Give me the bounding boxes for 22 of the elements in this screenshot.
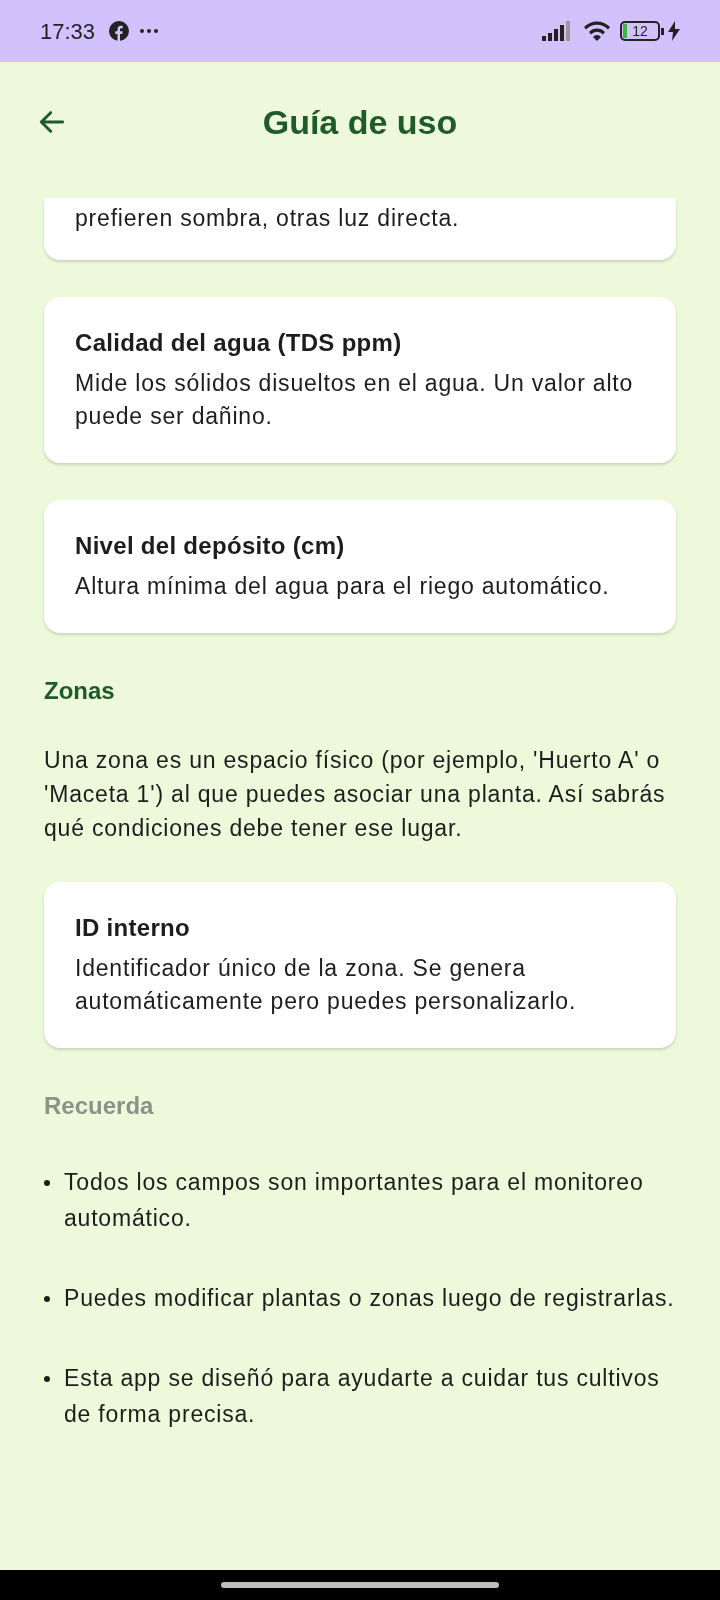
list-item: Todos los campos son importantes para el monitoreo automático. (64, 1168, 645, 1233)
status-time: 17:33 (40, 17, 96, 46)
list-item: Puedes modificar plantas o zonas luego de registrarlas. (64, 1284, 675, 1313)
card-title: Calidad del agua (TDS ppm) (75, 328, 403, 358)
card-title: ID interno (75, 913, 191, 943)
page-title: Guía de uso (262, 101, 458, 143)
card-description: Mide los sólidos disueltos en el agua. Un valor alto puede ser dañino. (75, 369, 635, 431)
card-title: Nivel del depósito (cm) (75, 531, 346, 561)
card-description: prefieren sombra, otras luz directa. (75, 204, 461, 233)
section-heading: Zonas (44, 676, 116, 706)
paragraph: Una zona es un espacio físico (por ejemplo, 'Huerto A' o 'Maceta 1') al que puedes asociar una planta. Así sabrás qué condiciones debe tener ese lugar. (44, 746, 667, 843)
bullet-icon (44, 1376, 50, 1382)
wifi-icon (582, 19, 612, 43)
card-description: Altura mínima del agua para el riego automático. (75, 572, 611, 601)
bullet-icon (44, 1180, 50, 1186)
signal-icon (542, 21, 572, 41)
bullet-icon (44, 1296, 50, 1302)
more-icon (139, 28, 160, 34)
list-item: Esta app se diseñó para ayudarte a cuidar tus cultivos de forma precisa. (64, 1364, 661, 1429)
card-description: Identificador único de la zona. Se genera automáticamente pero puedes personalizarlo. (75, 954, 578, 1016)
facebook-icon (109, 21, 130, 41)
section-heading: Recuerda (44, 1091, 155, 1121)
